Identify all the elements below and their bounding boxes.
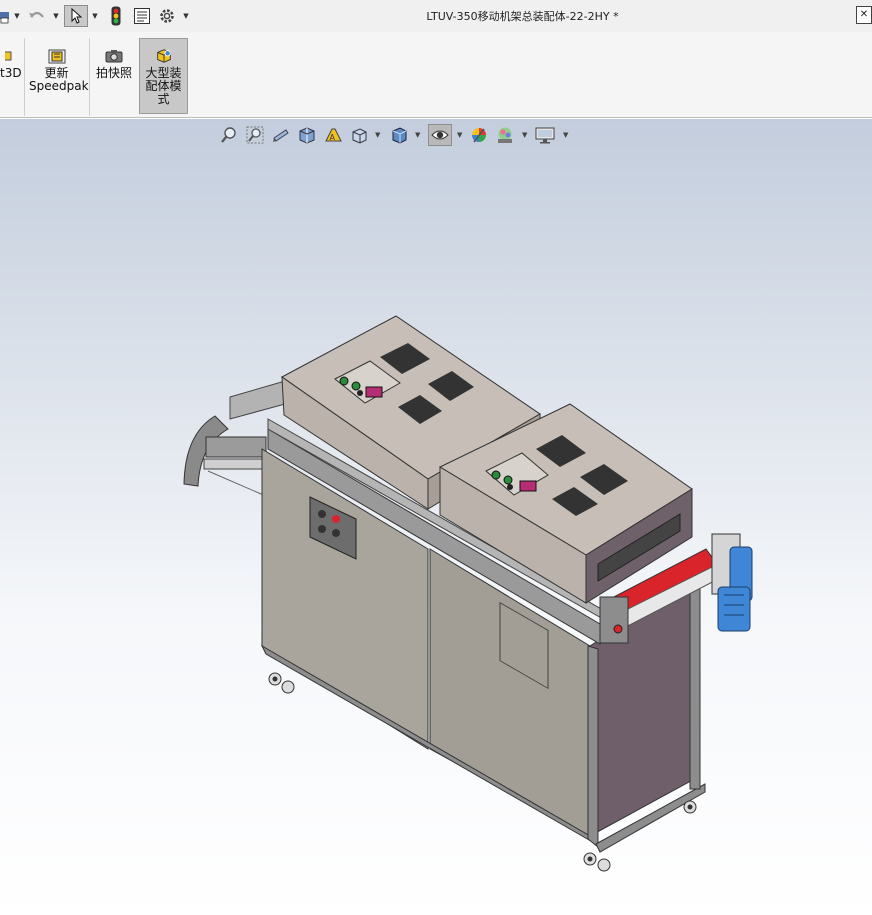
large-assembly-line2: 配体模 xyxy=(145,79,182,93)
update-speedpak-button[interactable]: 更新 Speedpak xyxy=(29,38,89,114)
update-speedpak-line1: 更新 xyxy=(44,66,69,80)
ribbon-partial-button[interactable]: t3D xyxy=(0,38,22,114)
undo-dropdown-caret[interactable]: ▼ xyxy=(52,10,60,22)
ribbon-separator xyxy=(24,38,25,116)
camera-icon xyxy=(105,50,123,63)
undo-icon[interactable] xyxy=(27,5,47,27)
rebuild-icon[interactable] xyxy=(107,5,125,27)
command-manager-ribbon: t3D 更新 Speedpak 拍快照 大型装 配体模 式 xyxy=(0,32,872,118)
assembly-model[interactable] xyxy=(0,119,872,915)
speedpak-icon xyxy=(48,49,65,64)
window-title: LTUV-350移动机架总装配体-22-2HY * xyxy=(426,10,619,23)
large-assembly-line3: 式 xyxy=(157,92,170,106)
large-assembly-icon xyxy=(156,49,171,63)
snapshot-button[interactable]: 拍快照 xyxy=(93,38,135,114)
large-assembly-line1: 大型装 xyxy=(145,66,182,80)
options-icon[interactable] xyxy=(157,5,177,27)
graphics-area[interactable]: A ▼ ▼ ▼ ▼ ▼ xyxy=(0,119,872,915)
snapshot-label: 拍快照 xyxy=(95,66,132,80)
select-dropdown-caret[interactable]: ▼ xyxy=(91,10,99,22)
drive-motor xyxy=(711,533,753,632)
ribbon-partial-label: t3D xyxy=(0,66,22,80)
title-bar: ▼ ▼ ▼ ▼ LTUV-350移动机架总装配体-22-2HY * ✕ xyxy=(0,0,872,32)
window-restore-button[interactable]: ✕ xyxy=(856,6,872,24)
select-icon[interactable] xyxy=(64,5,88,27)
large-assembly-mode-button[interactable]: 大型装 配体模 式 xyxy=(139,38,188,114)
print-icon[interactable] xyxy=(0,5,10,27)
print-dropdown-caret[interactable]: ▼ xyxy=(13,10,21,22)
ribbon-separator xyxy=(89,38,90,116)
update-speedpak-line2: Speedpak xyxy=(29,79,89,93)
options-dropdown-caret[interactable]: ▼ xyxy=(182,10,190,22)
file-properties-icon[interactable] xyxy=(132,5,152,27)
